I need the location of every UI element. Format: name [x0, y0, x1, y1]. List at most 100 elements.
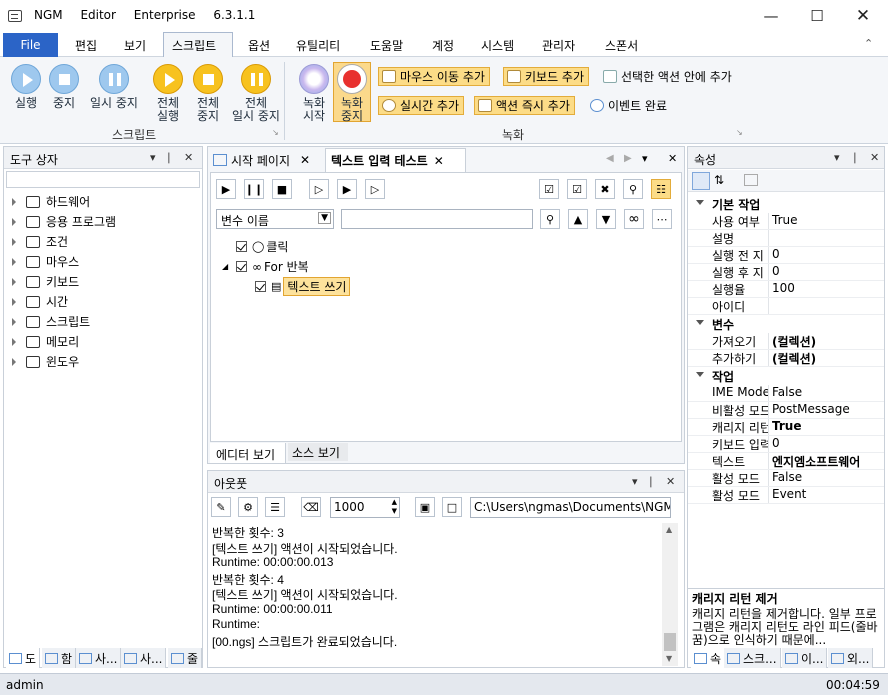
- file-menu[interactable]: File: [3, 33, 58, 57]
- property-row[interactable]: 아이디: [688, 298, 884, 315]
- properties-tab[interactable]: 스크...: [724, 648, 781, 668]
- property-row[interactable]: 캐리지 리턴 True: [688, 419, 884, 436]
- menu-item-3[interactable]: 옵션: [248, 37, 270, 54]
- add-action-now-button[interactable]: 액션 즉시 추가: [474, 96, 575, 115]
- tree-node-for-loop[interactable]: ◢ ∞ For 반복: [222, 258, 309, 275]
- toolbox-tab[interactable]: 도: [6, 648, 41, 668]
- menu-item-4[interactable]: 유틸리티: [296, 37, 340, 54]
- property-row[interactable]: 텍스트 엔지엠소프트웨어: [688, 453, 884, 470]
- toolbox-item[interactable]: 시간: [12, 293, 68, 310]
- panel-close-icon[interactable]: ✕: [666, 475, 675, 488]
- property-pages-icon[interactable]: [744, 174, 758, 186]
- toolbox-item[interactable]: 응용 프로그램: [12, 213, 116, 230]
- toolbox-item[interactable]: 스크립트: [12, 313, 90, 330]
- menu-item-6[interactable]: 계정: [432, 37, 454, 54]
- tab-scroll-right-icon[interactable]: ▶: [624, 153, 632, 164]
- toolbox-tab[interactable]: 사...: [76, 648, 122, 668]
- property-row[interactable]: 추가하기 (컬렉션): [688, 350, 884, 367]
- properties-tab[interactable]: 외...: [828, 648, 874, 668]
- script-button-0[interactable]: 실행: [8, 64, 44, 110]
- move-down-icon[interactable]: ▼: [596, 209, 616, 229]
- tree-view-icon[interactable]: ☷: [651, 179, 671, 199]
- menu-item-5[interactable]: 도움말: [370, 37, 403, 54]
- collapse-caret-icon[interactable]: [696, 320, 704, 325]
- eraser-icon[interactable]: ⌫: [301, 497, 321, 517]
- expand-caret-icon[interactable]: [12, 237, 16, 246]
- property-row[interactable]: 가져오기 (컬렉션): [688, 333, 884, 350]
- scroll-thumb[interactable]: [664, 633, 676, 651]
- checkbox-icon[interactable]: [255, 281, 266, 292]
- properties-tab[interactable]: 이...: [782, 648, 828, 668]
- dialog-launcher-icon[interactable]: ↘: [272, 128, 279, 137]
- panel-menu-icon[interactable]: ▾: [834, 151, 840, 164]
- pin-icon[interactable]: ∣: [852, 151, 858, 164]
- clean-icon[interactable]: ✎: [211, 497, 231, 517]
- property-row[interactable]: 키보드 입력 0: [688, 436, 884, 453]
- toolbox-item[interactable]: 하드웨어: [12, 193, 90, 210]
- menu-item-0[interactable]: 편집: [75, 37, 97, 54]
- expand-caret-icon[interactable]: [12, 257, 16, 266]
- expand-caret-icon[interactable]: [12, 317, 16, 326]
- tab-close-icon[interactable]: ✕: [300, 153, 310, 167]
- play-icon[interactable]: ▶: [216, 179, 236, 199]
- toolbox-item[interactable]: 키보드: [12, 273, 79, 290]
- loop-icon[interactable]: ∞: [624, 209, 644, 229]
- more-icon[interactable]: ⋯: [652, 209, 672, 229]
- property-row[interactable]: 실행 전 지 0: [688, 247, 884, 264]
- panel-menu-icon[interactable]: ▾: [632, 475, 638, 488]
- panel-close-icon[interactable]: ✕: [184, 151, 193, 164]
- property-row[interactable]: 활성 모드 False: [688, 470, 884, 487]
- scroll-up-icon[interactable]: ▲: [666, 525, 672, 534]
- pin-icon[interactable]: ∣: [648, 475, 654, 488]
- record-start-button[interactable]: 녹화 시작: [296, 64, 332, 123]
- categorized-icon[interactable]: [692, 172, 710, 190]
- tree-node-click[interactable]: ◯ 클릭: [222, 238, 288, 255]
- log-count-input[interactable]: 1000 ▲ ▼: [330, 497, 400, 518]
- pin-icon[interactable]: ∣: [166, 151, 172, 164]
- collapse-caret-icon[interactable]: [696, 372, 704, 377]
- dialog-launcher-icon[interactable]: ↘: [736, 128, 743, 137]
- move-up-icon[interactable]: ▲: [568, 209, 588, 229]
- toolbox-search-input[interactable]: [6, 171, 200, 188]
- stepper-icon[interactable]: ▲ ▼: [392, 498, 397, 516]
- toolbox-item[interactable]: 조건: [12, 233, 68, 250]
- expand-caret-icon[interactable]: [12, 337, 16, 346]
- stop-icon[interactable]: ■: [272, 179, 292, 199]
- scroll-down-icon[interactable]: ▼: [666, 654, 672, 663]
- tab-list-icon[interactable]: ▾: [642, 152, 648, 165]
- tab-editor-view[interactable]: 에디터 보기: [210, 443, 286, 463]
- checkbox-icon[interactable]: [236, 261, 247, 272]
- folder-icon[interactable]: □: [442, 497, 462, 517]
- list-icon[interactable]: ☰: [265, 497, 285, 517]
- tab-source-view[interactable]: 소스 보기: [288, 443, 348, 461]
- script-button-3[interactable]: 전체 실행: [148, 64, 188, 123]
- toolbox-item[interactable]: 마우스: [12, 253, 79, 270]
- search-icon[interactable]: ⚲: [540, 209, 560, 229]
- tab-text-input-test[interactable]: 텍스트 입력 테스트 ✕: [325, 148, 466, 172]
- event-complete-button[interactable]: 이벤트 완료: [587, 96, 671, 115]
- menu-item-1[interactable]: 보기: [124, 37, 146, 54]
- step-play-icon[interactable]: ▷: [309, 179, 329, 199]
- expand-caret-icon[interactable]: [12, 297, 16, 306]
- toolbox-item[interactable]: 윈도우: [12, 353, 79, 370]
- checkbox-icon[interactable]: [236, 241, 247, 252]
- panel-close-icon[interactable]: ✕: [870, 151, 879, 164]
- pause-icon[interactable]: ❙❙: [244, 179, 264, 199]
- variable-select[interactable]: 변수 이름 ▼: [216, 209, 334, 229]
- property-row[interactable]: IME Mode False: [688, 385, 884, 402]
- output-scrollbar[interactable]: ▲ ▼: [662, 523, 678, 666]
- check-all-icon[interactable]: ☑: [539, 179, 559, 199]
- add-into-selected-button[interactable]: 선택한 액션 안에 추가: [600, 67, 736, 86]
- script-button-1[interactable]: 중지: [46, 64, 82, 110]
- run-from-icon[interactable]: ▷: [365, 179, 385, 199]
- save-icon[interactable]: ▣: [415, 497, 435, 517]
- property-row[interactable]: 설명: [688, 230, 884, 247]
- expanded-caret-icon[interactable]: ◢: [222, 262, 234, 271]
- add-mouse-move-button[interactable]: 마우스 이동 추가: [378, 67, 490, 86]
- variable-search-input[interactable]: [341, 209, 533, 229]
- delete-icon[interactable]: ✖: [595, 179, 615, 199]
- add-realtime-button[interactable]: 실시간 추가: [378, 96, 465, 115]
- editor-close-icon[interactable]: ✕: [668, 152, 677, 165]
- property-category[interactable]: 변수: [688, 315, 884, 333]
- log-settings-icon[interactable]: ⚙: [238, 497, 258, 517]
